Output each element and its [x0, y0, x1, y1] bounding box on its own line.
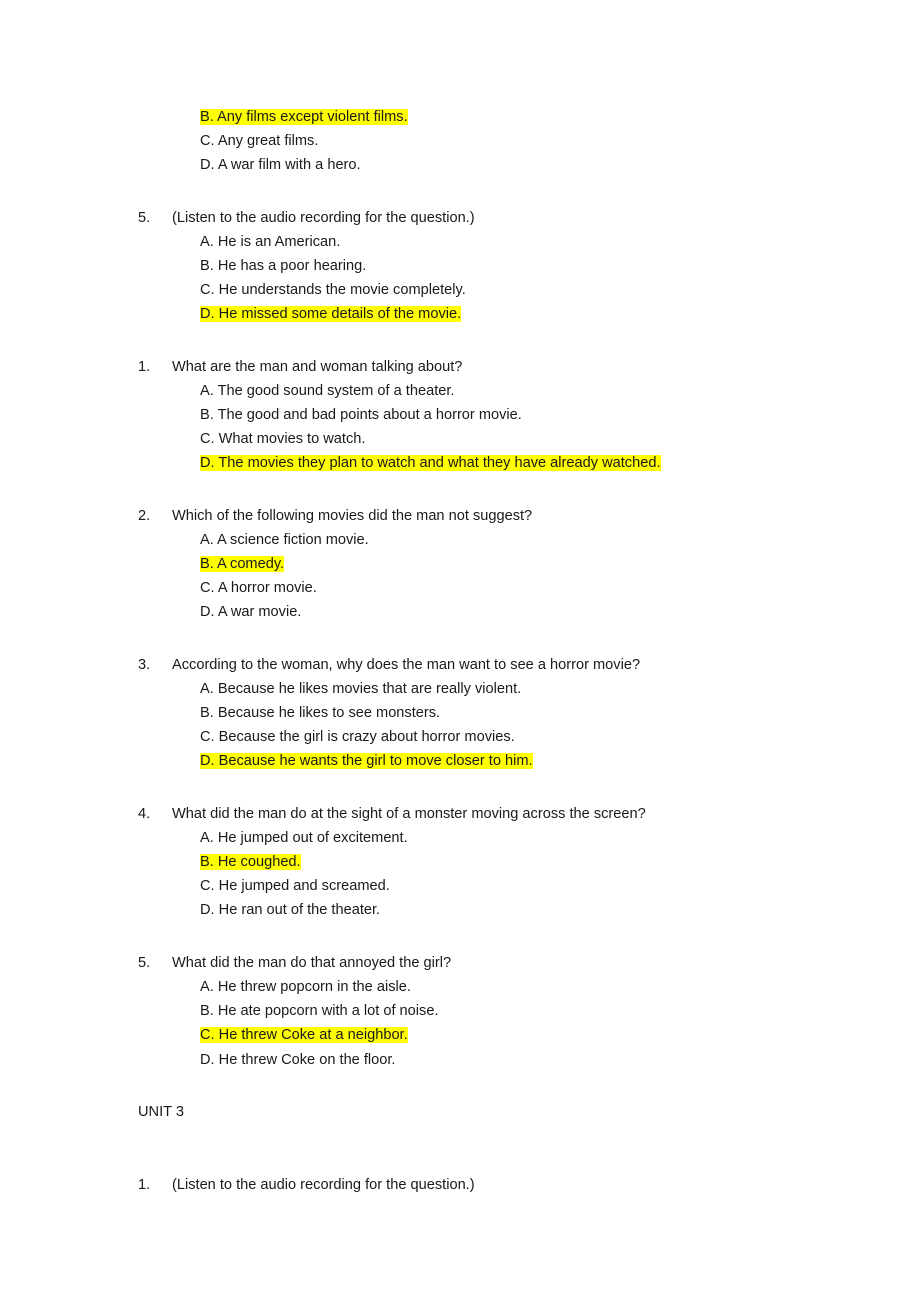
question-list: B. Any films except violent films. C. Any… — [138, 105, 838, 1072]
answer-option-label: B. Because he likes to see monsters. — [200, 705, 441, 722]
answer-option-label: B. He ate popcorn with a lot of noise. — [200, 1003, 439, 1020]
answer-option-label: A. A science fiction movie. — [200, 531, 369, 548]
answer-option-label: D. He ran out of the theater. — [200, 902, 381, 919]
document-body: B. Any films except violent films. C. Any… — [138, 105, 838, 1225]
answer-option[interactable]: C. A horror movie. — [138, 576, 838, 600]
answer-option-label: A. He jumped out of excitement. — [200, 829, 408, 846]
answer-option[interactable]: D. He threw Coke on the floor. — [138, 1048, 838, 1072]
question-text: What are the man and woman talking about… — [172, 358, 463, 375]
answer-option[interactable]: D. He ran out of the theater. — [138, 898, 838, 922]
answer-option-label: B. He has a poor hearing. — [200, 258, 367, 275]
question-text: According to the woman, why does the man… — [172, 656, 641, 673]
answer-option-list: A. Because he likes movies that are real… — [138, 677, 838, 774]
answer-option-label: D. A war film with a hero. — [200, 157, 361, 174]
question-number: 3. — [138, 656, 151, 673]
answer-option[interactable]: C. He understands the movie completely. — [138, 278, 838, 302]
answer-option-label: A. Because he likes movies that are real… — [200, 680, 522, 697]
answer-option[interactable]: D. Because he wants the girl to move clo… — [138, 749, 838, 773]
answer-option-highlighted: B. He coughed. — [200, 854, 301, 871]
answer-option-list: A. He threw popcorn in the aisle. B. He a… — [138, 975, 838, 1072]
answer-option-list: A. He is an American. B. He has a poor he… — [138, 230, 838, 327]
question-line: 2. Which of the following movies did the … — [138, 504, 838, 528]
question-number: 1. — [138, 358, 151, 375]
answer-option[interactable]: C. What movies to watch. — [138, 427, 838, 451]
document-page: B. Any films except violent films. C. Any… — [0, 0, 920, 1302]
question-line: 5. (Listen to the audio recording for the… — [138, 206, 838, 230]
answer-option[interactable]: A. Because he likes movies that are real… — [138, 677, 838, 701]
question-number: 1. — [138, 1176, 151, 1193]
answer-option[interactable]: D. A war film with a hero. — [138, 153, 838, 177]
question-block-q5-unit2: 5. (Listen to the audio recording for the… — [138, 206, 838, 327]
question-number: 5. — [138, 954, 151, 971]
answer-option[interactable]: B. He has a poor hearing. — [138, 254, 838, 278]
question-block-q4-partial: B. Any films except violent films. C. Any… — [138, 105, 838, 178]
answer-option[interactable]: B. He ate popcorn with a lot of noise. — [138, 999, 838, 1023]
answer-option-list: A. He jumped out of excitement. B. He cou… — [138, 826, 838, 923]
answer-option-label: C. What movies to watch. — [200, 431, 366, 448]
question-block-unit3-q1: 1. (Listen to the audio recording for th… — [138, 1173, 838, 1197]
answer-option-label: C. Any great films. — [200, 133, 319, 150]
unit-heading: UNIT 3 — [138, 1103, 184, 1120]
answer-option[interactable]: A. A science fiction movie. — [138, 528, 838, 552]
question-block-q2: 2. Which of the following movies did the … — [138, 504, 838, 625]
question-block-q4: 4. What did the man do at the sight of a … — [138, 802, 838, 923]
question-number: 5. — [138, 209, 151, 226]
question-text: (Listen to the audio recording for the q… — [172, 1176, 475, 1193]
answer-option[interactable]: A. He jumped out of excitement. — [138, 826, 838, 850]
question-line: 3. According to the woman, why does the m… — [138, 653, 838, 677]
answer-option-label: A. He threw popcorn in the aisle. — [200, 978, 411, 995]
answer-option[interactable]: B. Any films except violent films. — [138, 105, 838, 129]
answer-option-list: A. A science fiction movie. B. A comedy. C… — [138, 528, 838, 625]
answer-option-label: A. The good sound system of a theater. — [200, 382, 455, 399]
answer-option[interactable]: A. The good sound system of a theater. — [138, 379, 838, 403]
question-text: (Listen to the audio recording for the q… — [172, 209, 475, 226]
answer-option-label: C. He jumped and screamed. — [200, 878, 390, 895]
answer-option[interactable]: D. A war movie. — [138, 600, 838, 624]
question-line: 5. What did the man do that annoyed the g… — [138, 951, 838, 975]
answer-option-label: C. Because the girl is crazy about horro… — [200, 729, 515, 746]
answer-option-label: D. He threw Coke on the floor. — [200, 1051, 396, 1068]
answer-option-label: C. A horror movie. — [200, 580, 317, 597]
answer-option[interactable]: A. He is an American. — [138, 230, 838, 254]
question-line: 1. What are the man and woman talking abo… — [138, 355, 838, 379]
answer-option-label: C. He understands the movie completely. — [200, 282, 466, 299]
answer-option[interactable]: C. Because the girl is crazy about horro… — [138, 725, 838, 749]
answer-option[interactable]: B. He coughed. — [138, 850, 838, 874]
answer-option[interactable]: D. He missed some details of the movie. — [138, 302, 838, 326]
question-text: Which of the following movies did the ma… — [172, 507, 533, 524]
answer-option-label: D. A war movie. — [200, 604, 302, 621]
answer-option[interactable]: C. He threw Coke at a neighbor. — [138, 1023, 838, 1047]
question-text: What did the man do at the sight of a mo… — [172, 805, 646, 822]
answer-option-list: B. Any films except violent films. C. Any… — [138, 105, 838, 178]
answer-option[interactable]: B. Because he likes to see monsters. — [138, 701, 838, 725]
question-line: 1. (Listen to the audio recording for th… — [138, 1173, 838, 1197]
question-block-q1: 1. What are the man and woman talking abo… — [138, 355, 838, 476]
answer-option[interactable]: C. Any great films. — [138, 129, 838, 153]
answer-option-highlighted: B. Any films except violent films. — [200, 109, 408, 125]
question-block-q3: 3. According to the woman, why does the m… — [138, 653, 838, 774]
answer-option-highlighted: D. Because he wants the girl to move clo… — [200, 753, 533, 770]
answer-option[interactable]: B. A comedy. — [138, 552, 838, 576]
answer-option-list: A. The good sound system of a theater. B.… — [138, 379, 838, 476]
answer-option-highlighted: D. The movies they plan to watch and wha… — [200, 455, 661, 472]
answer-option[interactable]: A. He threw popcorn in the aisle. — [138, 975, 838, 999]
answer-option-label: B. The good and bad points about a horro… — [200, 407, 522, 424]
answer-option-highlighted: B. A comedy. — [200, 556, 285, 573]
answer-option-highlighted: D. He missed some details of the movie. — [200, 306, 462, 323]
question-number: 2. — [138, 507, 151, 524]
answer-option[interactable]: D. The movies they plan to watch and wha… — [138, 451, 838, 475]
question-number: 4. — [138, 805, 151, 822]
question-text: What did the man do that annoyed the gir… — [172, 954, 452, 971]
question-line: 4. What did the man do at the sight of a … — [138, 802, 838, 826]
answer-option[interactable]: B. The good and bad points about a horro… — [138, 403, 838, 427]
answer-option-highlighted: C. He threw Coke at a neighbor. — [200, 1027, 408, 1044]
answer-option-label: A. He is an American. — [200, 233, 341, 250]
question-block-q5: 5. What did the man do that annoyed the g… — [138, 951, 838, 1072]
answer-option[interactable]: C. He jumped and screamed. — [138, 874, 838, 898]
